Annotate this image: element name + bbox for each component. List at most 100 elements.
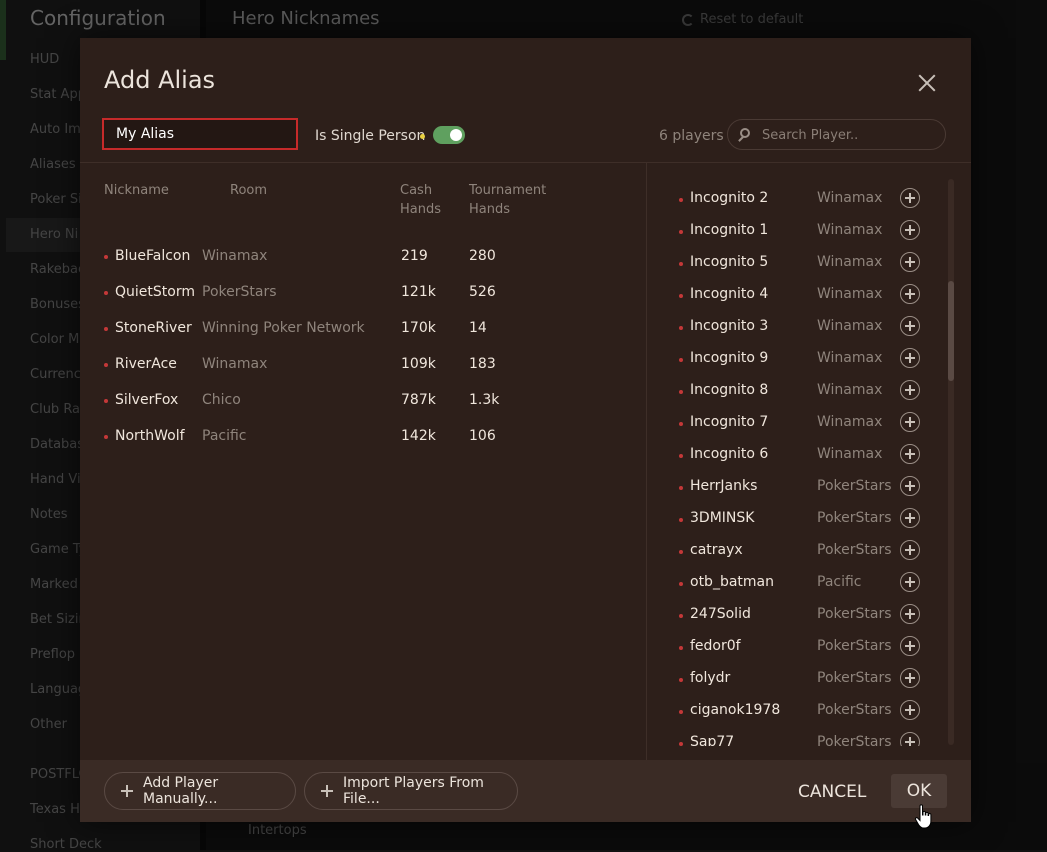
player-room: PokerStars — [817, 510, 892, 526]
row-nickname: StoneRiver — [115, 320, 192, 336]
dialog-footer: Add Player Manually... Import Players Fr… — [80, 760, 971, 822]
player-name: HerrJanks — [690, 478, 758, 494]
status-dot — [679, 646, 683, 650]
player-list-item: ciganok1978 PokerStars — [647, 696, 947, 728]
player-name: ciganok1978 — [690, 702, 781, 718]
close-icon[interactable] — [916, 72, 938, 94]
row-cash-hands: 121k — [401, 284, 436, 300]
cash-header-line2: Hands — [400, 202, 442, 217]
dialog-title: Add Alias — [104, 66, 216, 94]
add-player-icon[interactable] — [900, 636, 920, 656]
add-player-icon[interactable] — [900, 508, 920, 528]
row-room: Pacific — [202, 428, 247, 444]
add-player-icon[interactable] — [900, 284, 920, 304]
add-player-icon[interactable] — [900, 220, 920, 240]
status-dot — [679, 390, 683, 394]
alias-name-input[interactable] — [102, 118, 298, 150]
ok-button[interactable]: OK — [891, 774, 947, 808]
add-player-icon[interactable] — [900, 252, 920, 272]
status-dot — [679, 678, 683, 682]
alias-table-row[interactable]: QuietStorm PokerStars 121k 526 — [80, 275, 646, 311]
row-cash-hands: 219 — [401, 248, 428, 264]
available-players-list[interactable]: Incognito 2 Winamax Incognito 1 Winamax Inco… — [647, 179, 955, 746]
player-list-item: Incognito 8 Winamax — [647, 376, 947, 408]
player-name: folydr — [690, 670, 731, 686]
add-player-icon[interactable] — [900, 412, 920, 432]
row-tournament-hands: 526 — [469, 284, 496, 300]
header-divider — [80, 162, 971, 163]
column-header-room: Room — [230, 183, 268, 198]
single-person-toggle[interactable] — [433, 126, 465, 144]
add-player-icon[interactable] — [900, 732, 920, 746]
player-list-scrollbar[interactable] — [948, 179, 954, 745]
player-room: PokerStars — [817, 670, 892, 686]
add-player-icon[interactable] — [900, 444, 920, 464]
status-dot — [679, 454, 683, 458]
row-room: PokerStars — [202, 284, 277, 300]
player-name: fedor0f — [690, 638, 741, 654]
row-room: Winamax — [202, 356, 268, 372]
player-list-item: Incognito 4 Winamax — [647, 280, 947, 312]
player-name: Incognito 9 — [690, 350, 769, 366]
alias-table-row[interactable]: RiverAce Winamax 109k 183 — [80, 347, 646, 383]
row-nickname: NorthWolf — [115, 428, 185, 444]
row-room: Winamax — [202, 248, 268, 264]
player-list-item: Incognito 9 Winamax — [647, 344, 947, 376]
status-dot — [679, 742, 683, 746]
alias-table-row[interactable]: NorthWolf Pacific 142k 106 — [80, 419, 646, 455]
status-dot — [104, 327, 108, 331]
player-room: Pacific — [817, 574, 862, 590]
player-room: Winamax — [817, 222, 883, 238]
status-dot — [104, 255, 108, 259]
toggle-knob — [450, 129, 462, 141]
player-name: Incognito 2 — [690, 190, 769, 206]
add-player-icon[interactable] — [900, 572, 920, 592]
player-name: Incognito 8 — [690, 382, 769, 398]
row-nickname: BlueFalcon — [115, 248, 191, 264]
player-name: otb_batman — [690, 574, 774, 590]
add-player-icon[interactable] — [900, 700, 920, 720]
add-player-icon[interactable] — [900, 348, 920, 368]
column-header-tournament-hands: Tournament Hands — [469, 181, 546, 219]
player-room: Winamax — [817, 318, 883, 334]
row-tournament-hands: 280 — [469, 248, 496, 264]
player-room: Winamax — [817, 382, 883, 398]
player-name: Incognito 3 — [690, 318, 769, 334]
status-dot — [679, 710, 683, 714]
add-player-icon[interactable] — [900, 668, 920, 688]
search-player-input[interactable] — [762, 126, 937, 144]
scrollbar-thumb[interactable] — [948, 281, 954, 381]
add-player-icon[interactable] — [900, 380, 920, 400]
add-player-manually-button[interactable]: Add Player Manually... — [104, 772, 296, 810]
player-room: PokerStars — [817, 606, 892, 622]
add-player-icon[interactable] — [900, 316, 920, 336]
add-player-icon[interactable] — [900, 540, 920, 560]
status-dot — [104, 363, 108, 367]
player-name: 3DMINSK — [690, 510, 755, 526]
status-dot — [679, 230, 683, 234]
player-name: 247Solid — [690, 606, 751, 622]
player-room: PokerStars — [817, 638, 892, 654]
row-tournament-hands: 1.3k — [469, 392, 500, 408]
import-players-button[interactable]: Import Players From File... — [304, 772, 518, 810]
player-list-item: Sap77 PokerStars — [647, 728, 947, 746]
single-person-label: Is Single Person — [315, 128, 426, 144]
row-room: Winning Poker Network — [202, 320, 365, 336]
cancel-button[interactable]: CANCEL — [798, 782, 866, 802]
add-player-icon[interactable] — [900, 188, 920, 208]
player-room: PokerStars — [817, 542, 892, 558]
add-player-icon[interactable] — [900, 476, 920, 496]
player-list-item: catrayx PokerStars — [647, 536, 947, 568]
alias-table-row[interactable]: BlueFalcon Winamax 219 280 — [80, 239, 646, 275]
row-room: Chico — [202, 392, 241, 408]
alias-table-row[interactable]: StoneRiver Winning Poker Network 170k 14 — [80, 311, 646, 347]
alias-table-row[interactable]: SilverFox Chico 787k 1.3k — [80, 383, 646, 419]
status-dot — [104, 399, 108, 403]
status-dot — [679, 550, 683, 554]
row-nickname: RiverAce — [115, 356, 177, 372]
player-name: Incognito 6 — [690, 446, 769, 462]
column-header-cash-hands: Cash Hands — [400, 181, 441, 219]
add-player-icon[interactable] — [900, 604, 920, 624]
player-list-item: 3DMINSK PokerStars — [647, 504, 947, 536]
player-name: Incognito 5 — [690, 254, 769, 270]
